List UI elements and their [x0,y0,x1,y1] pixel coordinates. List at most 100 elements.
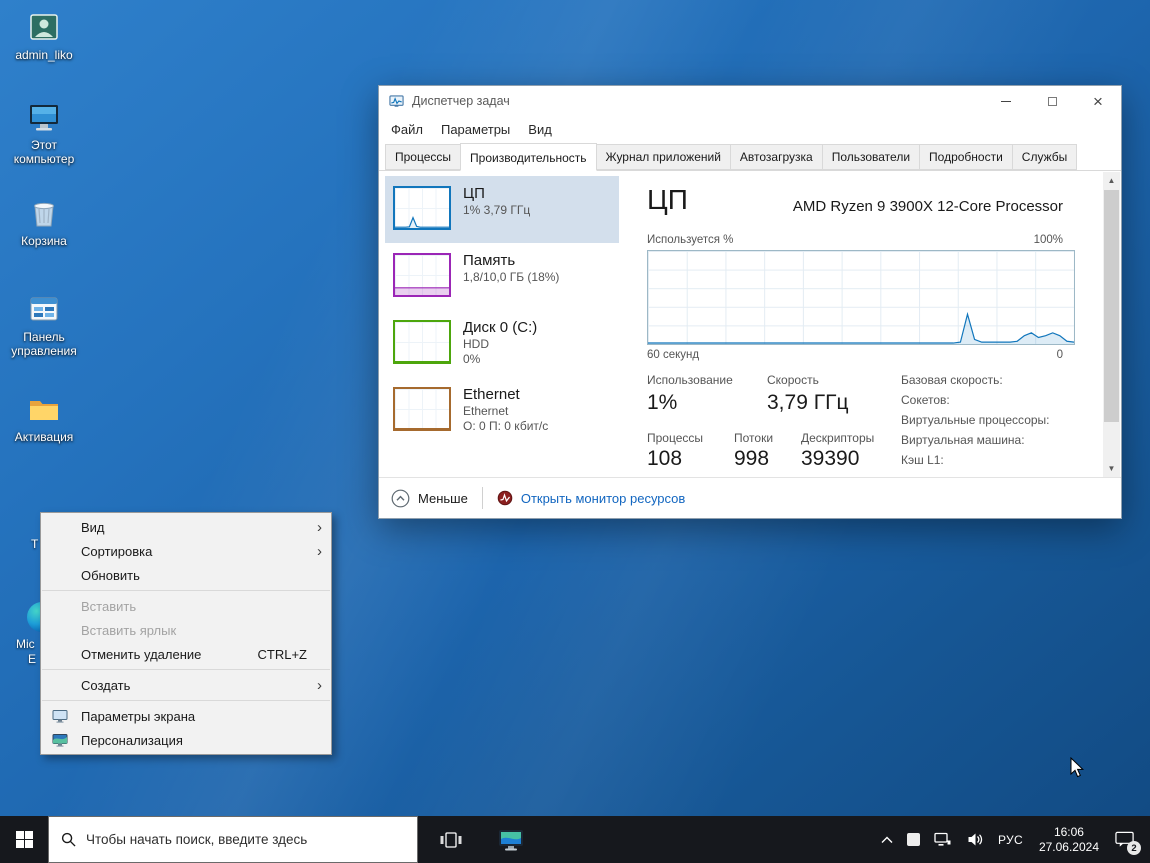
desktop-icon-label: Активация [14,430,74,444]
processes-stat-label: Процессы [647,431,704,445]
taskbar-search[interactable] [48,816,418,863]
edge-label-fragment-line2: Е [28,652,37,666]
cpu-scale-max-label: 100% [1033,234,1063,246]
tray-date: 27.06.2024 [1038,839,1099,854]
desktop-icon-label-fragment: Т [31,537,39,551]
perf-subtitle: 1% 3,79 ГГц [463,203,531,217]
tab-processes[interactable]: Процессы [385,144,462,170]
submenu-arrow-icon: › [317,518,322,536]
mouse-cursor [1070,757,1085,778]
start-button[interactable] [0,816,48,863]
fewer-details-icon[interactable] [391,489,410,508]
menu-item-undo-delete[interactable]: Отменить удаление CTRL+Z [41,642,331,666]
tray-app-button[interactable] [900,816,927,863]
menu-item-view[interactable]: Вид › [41,515,331,539]
perf-subtitle: Ethernet [463,404,509,418]
titlebar[interactable]: Диспетчер задач × [379,86,1121,116]
submenu-arrow-icon: › [317,676,322,694]
menu-options[interactable]: Параметры [441,122,510,137]
task-manager-icon [389,94,404,107]
menu-item-refresh[interactable]: Обновить [41,563,331,587]
ethernet-mini-chart [393,387,451,431]
menu-item-label: Параметры экрана [81,708,196,724]
perf-subtitle: О: 0 П: 0 кбит/с [463,419,549,433]
running-app-button[interactable] [488,816,534,863]
desktop-icon-activation-folder[interactable]: Активация [0,392,88,444]
menu-item-sort[interactable]: Сортировка › [41,539,331,563]
tab-strip: Процессы Производительность Журнал прило… [379,142,1121,171]
usage-stat-value: 1% [647,391,678,414]
perf-item-ethernet[interactable]: Ethernet Ethernet О: 0 П: 0 кбит/с [385,377,619,444]
scroll-down-icon[interactable]: ▼ [1103,460,1120,477]
tab-performance[interactable]: Производительность [460,143,597,171]
perf-title: Ethernet [463,386,520,403]
task-view-icon [440,831,462,848]
perf-title: Диск 0 (C:) [463,319,538,336]
resource-monitor-icon [497,490,513,506]
desktop-icon-this-pc[interactable]: Этот компьютер [0,100,88,166]
desktop-icon-recycle-bin[interactable]: Корзина [0,196,88,248]
menu-item-label: Сортировка [81,543,153,559]
desktop-icon-admin-liko[interactable]: admin_liko [0,10,88,62]
menu-separator [42,700,330,701]
x-axis-left-label: 60 секунд [647,349,700,361]
network-button[interactable] [927,816,960,863]
fewer-details-label[interactable]: Меньше [418,491,468,506]
performance-sidebar: ЦП 1% 3,79 ГГц Память 1,8/10,0 ГБ (18%) … [385,176,619,444]
window-title: Диспетчер задач [412,94,510,108]
notification-count-badge: 2 [1127,841,1141,855]
task-view-button[interactable] [428,816,474,863]
tab-app-history[interactable]: Журнал приложений [595,144,731,170]
info-base-speed-label: Базовая скорость: [901,373,1003,387]
taskbar: РУС 16:06 27.06.2024 2 [0,816,1150,863]
disk-mini-chart [393,320,451,364]
menu-item-new[interactable]: Создать › [41,673,331,697]
scroll-up-icon[interactable]: ▲ [1103,172,1120,189]
perf-item-cpu[interactable]: ЦП 1% 3,79 ГГц [385,176,619,243]
desktop-icon-label: admin_liko [15,48,73,62]
memory-mini-chart [393,253,451,297]
task-manager-window: Диспетчер задач × Файл Параметры Вид Про… [378,85,1122,519]
chevron-up-icon [881,836,893,843]
threads-stat-value: 998 [734,447,770,470]
volume-button[interactable] [960,816,991,863]
scrollbar-thumb[interactable] [1104,190,1119,422]
menu-file[interactable]: Файл [391,122,423,137]
menu-item-paste-shortcut: Вставить ярлык [41,618,331,642]
tray-square-icon [907,833,920,846]
menu-view[interactable]: Вид [528,122,552,137]
tab-details[interactable]: Подробности [919,144,1013,170]
menu-item-personalize[interactable]: Персонализация [41,728,331,752]
minimize-button[interactable] [983,86,1029,116]
tray-expand-button[interactable] [874,816,900,863]
task-manager-footer: Меньше Открыть монитор ресурсов [379,477,1121,518]
search-input[interactable] [86,832,405,847]
info-virtual-processors-label: Виртуальные процессоры: [901,413,1050,427]
open-resource-monitor-link[interactable]: Открыть монитор ресурсов [521,491,685,506]
maximize-icon [1047,96,1057,106]
windows-logo-icon [15,831,33,848]
desktop-icon-control-panel[interactable]: Панель управления [0,292,88,358]
perf-item-disk[interactable]: Диск 0 (C:) HDD 0% [385,310,619,377]
language-indicator[interactable]: РУС [991,816,1030,863]
desktop-icon-label: Панель управления [11,330,77,358]
maximize-button[interactable] [1029,86,1075,116]
perf-item-memory[interactable]: Память 1,8/10,0 ГБ (18%) [385,243,619,310]
menu-item-label: Вставить ярлык [81,622,177,638]
perf-subtitle: HDD [463,337,489,351]
menu-item-label: Вид [81,519,105,535]
cpu-usage-axis-label: Используется % [647,234,734,246]
clock[interactable]: 16:06 27.06.2024 [1030,816,1108,863]
menu-item-label: Отменить удаление [81,646,202,662]
vertical-scrollbar[interactable]: ▲ ▼ [1103,172,1120,477]
cpu-usage-graph[interactable] [647,250,1075,345]
close-button[interactable]: × [1075,86,1121,116]
control-panel-icon [30,297,58,321]
action-center-button[interactable]: 2 [1108,816,1142,863]
tab-startup[interactable]: Автозагрузка [729,144,823,170]
menu-separator [42,590,330,591]
tab-services[interactable]: Службы [1011,144,1078,170]
menu-item-display-settings[interactable]: Параметры экрана [41,704,331,728]
tab-users[interactable]: Пользователи [821,144,921,170]
handles-stat-value: 39390 [801,447,860,470]
